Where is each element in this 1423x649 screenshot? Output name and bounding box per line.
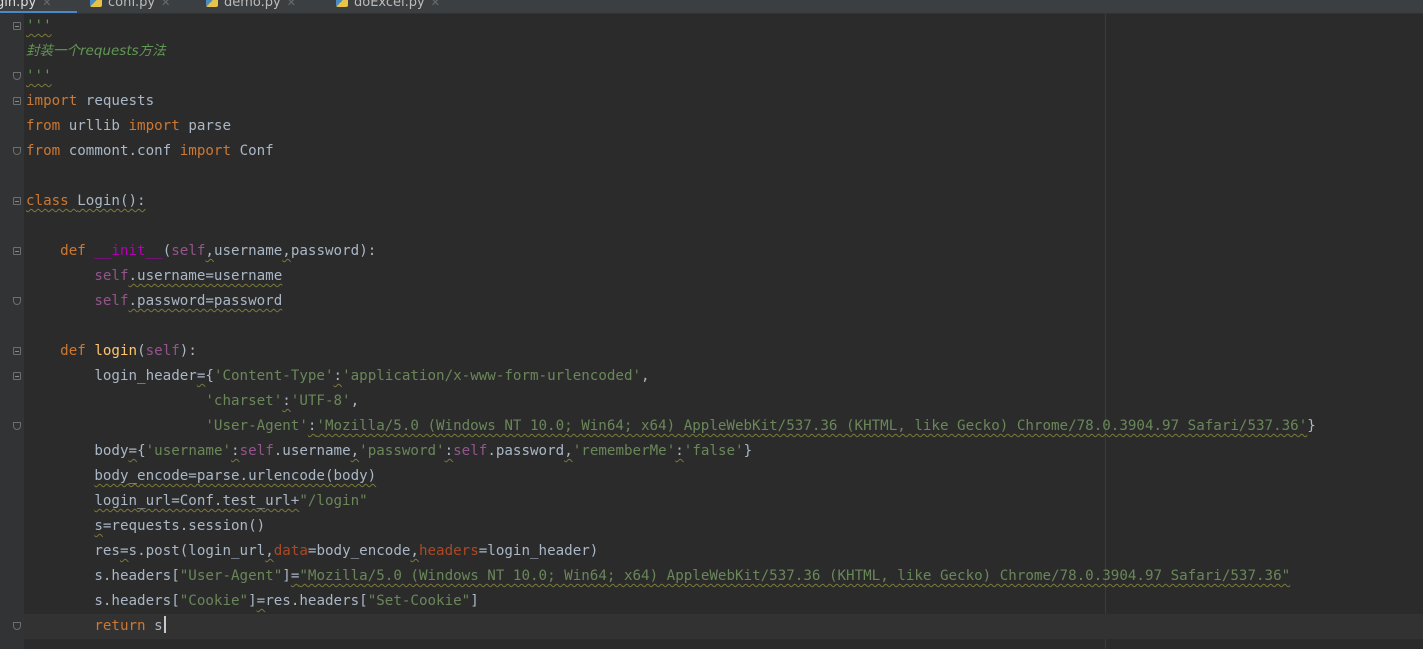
code-line-5: from urllib import parse — [26, 118, 232, 134]
code-line-14: def login(self): — [60, 343, 197, 359]
code-line-10: def __init__(self,username,password): — [60, 243, 377, 259]
code-line-23: s.headers["User-Agent"]="Mozilla/5.0 (Wi… — [94, 568, 1291, 584]
code-line-2: 封装一个requests方法 — [26, 43, 166, 59]
tab-doexcel-py[interactable]: doExcel.py ✕ — [336, 0, 440, 13]
code-line-8: class Login(): — [26, 193, 146, 209]
code-line-18: body={'username':self.username,'password… — [94, 443, 753, 459]
close-icon[interactable]: ✕ — [42, 0, 51, 9]
code-line-17: 'User-Agent':'Mozilla/5.0 (Windows NT 10… — [205, 418, 1316, 434]
code-line-12: self.password=password — [94, 293, 283, 309]
python-file-icon — [206, 0, 218, 7]
fold-end-icon[interactable] — [13, 622, 21, 630]
python-file-icon — [336, 0, 348, 7]
fold-marker-icon[interactable] — [13, 97, 21, 105]
right-margin-guide — [1105, 14, 1106, 649]
close-icon[interactable]: ✕ — [161, 0, 170, 9]
code-line-11: self.username=username — [94, 268, 283, 284]
fold-end-icon[interactable] — [13, 72, 21, 80]
code-line-4: import requests — [26, 93, 155, 109]
fold-end-icon[interactable] — [13, 147, 21, 155]
fold-end-icon[interactable] — [13, 422, 21, 430]
close-icon[interactable]: ✕ — [431, 0, 440, 9]
fold-end-icon[interactable] — [13, 297, 21, 305]
code-line-20: login_url=Conf.test_url+"/login" — [94, 493, 368, 509]
code-line-1: ''' — [26, 18, 52, 34]
code-line-15: login_header={'Content-Type':'applicatio… — [94, 368, 650, 384]
fold-marker-icon[interactable] — [13, 22, 21, 30]
editor-gutter — [0, 14, 24, 649]
code-line-6: from commont.conf import Conf — [26, 143, 274, 159]
fold-marker-icon[interactable] — [13, 247, 21, 255]
code-line-22: res=s.post(login_url,data=body_encode,he… — [94, 543, 599, 559]
current-line-highlight — [24, 614, 1423, 639]
tab-demo-py[interactable]: demo.py ✕ — [206, 0, 296, 13]
editor-tab-bar: gin.py ✕ conf.py ✕ demo.py ✕ doExcel.py ✕ — [0, 0, 1423, 14]
code-line-24: s.headers["Cookie"]=res.headers["Set-Coo… — [94, 593, 479, 609]
tab-conf-py[interactable]: conf.py ✕ — [90, 0, 170, 13]
code-line-25: return s — [26, 614, 166, 639]
python-file-icon — [90, 0, 102, 7]
fold-marker-icon[interactable] — [13, 197, 21, 205]
close-icon[interactable]: ✕ — [287, 0, 296, 9]
fold-marker-icon[interactable] — [13, 347, 21, 355]
code-line-19: body_encode=parse.urlencode(body) — [94, 468, 377, 484]
text-caret — [163, 616, 166, 633]
fold-marker-icon[interactable] — [13, 372, 21, 380]
code-line-21: s=requests.session() — [94, 518, 266, 534]
code-line-3: ''' — [26, 68, 52, 84]
code-line-16: 'charset':'UTF-8', — [205, 393, 360, 409]
active-tab-indicator — [0, 11, 77, 13]
